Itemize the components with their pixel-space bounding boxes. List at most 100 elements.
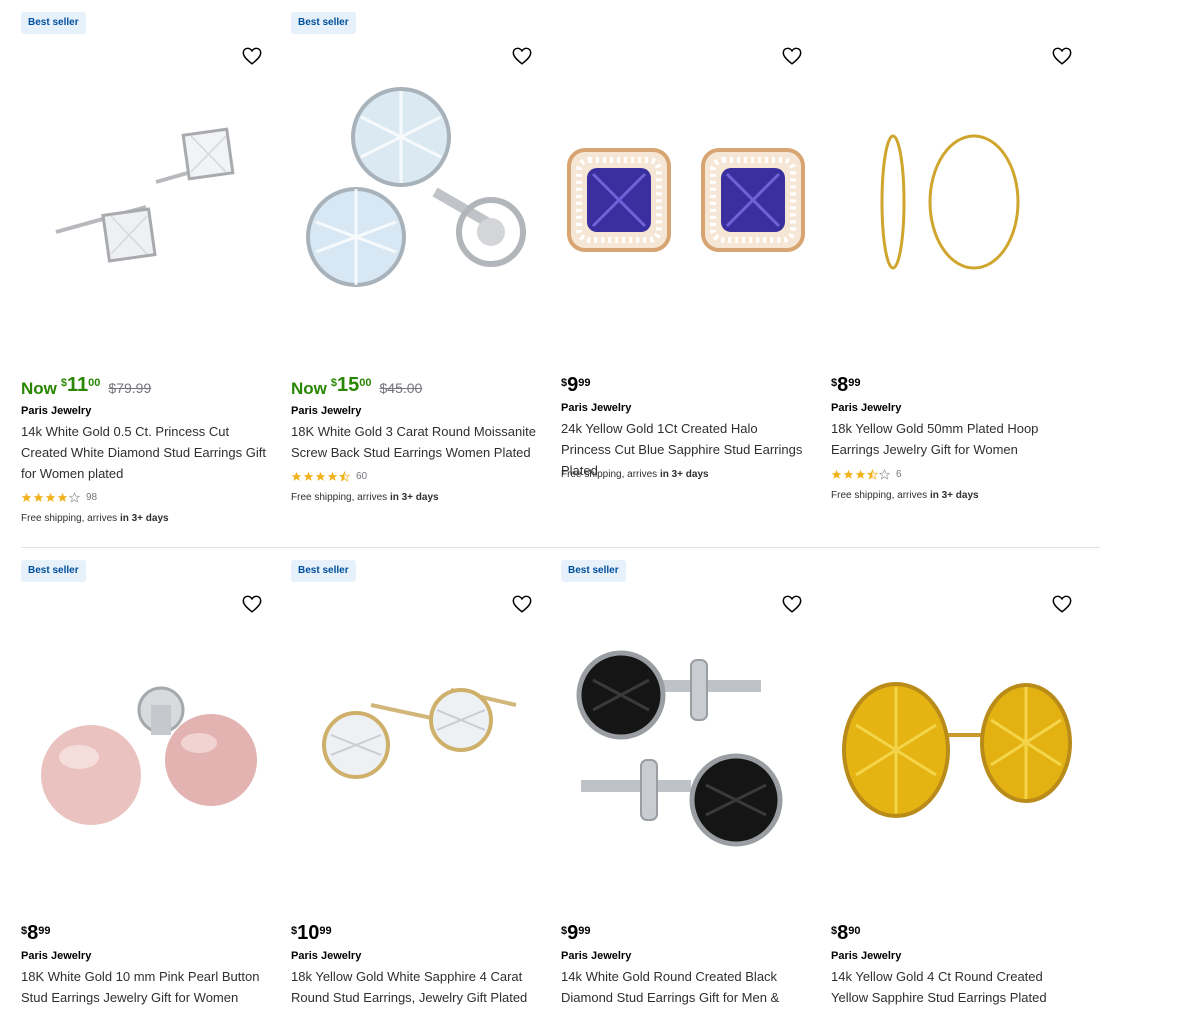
brand-name: Paris Jewelry xyxy=(561,402,632,414)
price-dollars: 15 xyxy=(337,374,360,396)
favorite-heart-icon[interactable] xyxy=(1051,45,1073,67)
product-title[interactable]: 14k White Gold 0.5 Ct. Princess Cut Crea… xyxy=(21,421,271,484)
product-title[interactable]: 14k Yellow Gold 4 Ct Round Created Yello… xyxy=(831,966,1081,1008)
price-cents: 99 xyxy=(848,377,861,389)
product-card[interactable]: Best seller $ 9 99 Paris Jewelry 14k Whi… xyxy=(561,560,811,1017)
price-dollars: 11 xyxy=(67,374,89,396)
black-diamond-stud-earrings-icon xyxy=(576,650,783,847)
review-count: 98 xyxy=(86,492,98,503)
star-half-icon xyxy=(339,471,350,482)
yellow-sapphire-stud-earrings-icon xyxy=(842,682,1072,818)
price-cents: 00 xyxy=(359,377,372,389)
star-full-icon xyxy=(33,492,44,502)
was-price: $79.99 xyxy=(108,380,152,396)
brand-name: Paris Jewelry xyxy=(21,950,92,962)
star-full-icon xyxy=(831,469,842,479)
price-dollars: 8 xyxy=(27,922,39,944)
brand-name: Paris Jewelry xyxy=(831,402,902,414)
shipping-info: Free shipping, arrives in 3+ days xyxy=(291,492,439,503)
pink-pearl-earrings-icon xyxy=(41,686,257,825)
price-cents: 99 xyxy=(38,925,51,937)
price-cents: 00 xyxy=(88,377,101,389)
was-price: $45.00 xyxy=(379,380,423,396)
price: $ 9 99 xyxy=(561,374,599,400)
product-title[interactable]: 18k Yellow Gold 50mm Plated Hoop Earring… xyxy=(831,418,1081,460)
review-count: 6 xyxy=(896,469,902,480)
shipping-info: Free shipping, arrives in 3+ days xyxy=(561,469,709,480)
product-image[interactable] xyxy=(291,620,541,880)
now-label: Now xyxy=(21,379,57,398)
star-rating xyxy=(831,469,891,480)
product-row: Best seller $ 8 99 Paris Jewelry 18K Whi… xyxy=(0,560,1121,1017)
favorite-heart-icon[interactable] xyxy=(241,45,263,67)
shipping-eta: in 3+ days xyxy=(389,492,439,503)
star-rating xyxy=(291,471,351,482)
price: $ 8 99 xyxy=(831,374,869,400)
favorite-heart-icon[interactable] xyxy=(511,45,533,67)
price-cents: 99 xyxy=(578,377,591,389)
brand-name: Paris Jewelry xyxy=(291,950,362,962)
product-image[interactable] xyxy=(21,72,271,332)
star-full-icon xyxy=(855,469,866,479)
product-image[interactable] xyxy=(21,620,271,880)
shipping-text: Free shipping, arrives xyxy=(831,490,928,501)
product-card[interactable]: $ 9 99 Paris Jewelry 24k Yellow Gold 1Ct… xyxy=(561,12,811,532)
product-image[interactable] xyxy=(291,72,541,332)
product-title[interactable]: 18k Yellow Gold White Sapphire 4 Carat R… xyxy=(291,966,541,1008)
best-seller-badge: Best seller xyxy=(291,12,356,34)
star-full-icon xyxy=(843,469,854,479)
price-cents: 99 xyxy=(578,925,591,937)
price: Now $ 11 00 $79.99 xyxy=(21,374,151,400)
price: $ 9 99 xyxy=(561,922,599,948)
rating: 98 xyxy=(21,492,97,503)
favorite-heart-icon[interactable] xyxy=(781,593,803,615)
shipping-eta: in 3+ days xyxy=(659,469,709,480)
product-card[interactable]: Best seller $ 10 99 Paris Jewelry 18k Ye… xyxy=(291,560,541,1017)
brand-name: Paris Jewelry xyxy=(291,405,362,417)
price-cents: 99 xyxy=(319,925,332,937)
shipping-text: Free shipping, arrives xyxy=(21,513,118,524)
product-title[interactable]: 14k White Gold Round Created Black Diamo… xyxy=(561,966,811,1008)
product-title[interactable]: 18K White Gold 3 Carat Round Moissanite … xyxy=(291,421,541,463)
rating: 60 xyxy=(291,471,367,482)
star-full-icon xyxy=(315,471,326,481)
favorite-heart-icon[interactable] xyxy=(1051,593,1073,615)
price: $ 10 99 xyxy=(291,922,340,948)
product-card[interactable]: Best seller $ 8 99 Paris Jewelry 18K Whi… xyxy=(21,560,271,1017)
product-card[interactable]: Best seller Now $ 15 00 $45.00 Paris Jew… xyxy=(291,12,541,532)
shipping-eta: in 3+ days xyxy=(119,513,169,524)
star-full-icon xyxy=(327,471,338,481)
shipping-info: Free shipping, arrives in 3+ days xyxy=(831,490,979,501)
shipping-eta: in 3+ days xyxy=(929,490,979,501)
white-sapphire-stud-earrings-icon xyxy=(322,688,517,779)
price-cents: 90 xyxy=(848,925,861,937)
shipping-text: Free shipping, arrives xyxy=(291,492,388,503)
product-image[interactable] xyxy=(831,620,1081,880)
gold-hoop-earrings-icon xyxy=(880,134,1020,270)
product-image[interactable] xyxy=(831,72,1081,332)
price-dollars: 10 xyxy=(297,922,320,944)
product-image[interactable] xyxy=(561,72,811,332)
best-seller-badge: Best seller xyxy=(21,560,86,582)
favorite-heart-icon[interactable] xyxy=(241,593,263,615)
product-title[interactable]: 18K White Gold 10 mm Pink Pearl Button S… xyxy=(21,966,271,1008)
favorite-heart-icon[interactable] xyxy=(781,45,803,67)
brand-name: Paris Jewelry xyxy=(831,950,902,962)
now-label: Now xyxy=(291,379,327,398)
star-half-icon xyxy=(867,469,878,480)
product-card[interactable]: $ 8 99 Paris Jewelry 18k Yellow Gold 50m… xyxy=(831,12,1081,532)
price: $ 8 99 xyxy=(21,922,59,948)
product-card[interactable]: $ 8 90 Paris Jewelry 14k Yellow Gold 4 C… xyxy=(831,560,1081,1017)
row-divider xyxy=(21,547,1100,548)
best-seller-badge: Best seller xyxy=(291,560,356,582)
star-full-icon xyxy=(57,492,68,502)
star-full-icon xyxy=(21,492,32,502)
product-card[interactable]: Best seller Now $ 11 00 $79.99 Paris Jew… xyxy=(21,12,271,532)
product-image[interactable] xyxy=(561,620,811,880)
round-moissanite-stud-earrings-icon xyxy=(306,87,526,287)
shipping-text: Free shipping, arrives xyxy=(561,469,658,480)
favorite-heart-icon[interactable] xyxy=(511,593,533,615)
price-dollars: 9 xyxy=(567,374,579,396)
star-full-icon xyxy=(45,492,56,502)
star-rating xyxy=(21,492,81,503)
